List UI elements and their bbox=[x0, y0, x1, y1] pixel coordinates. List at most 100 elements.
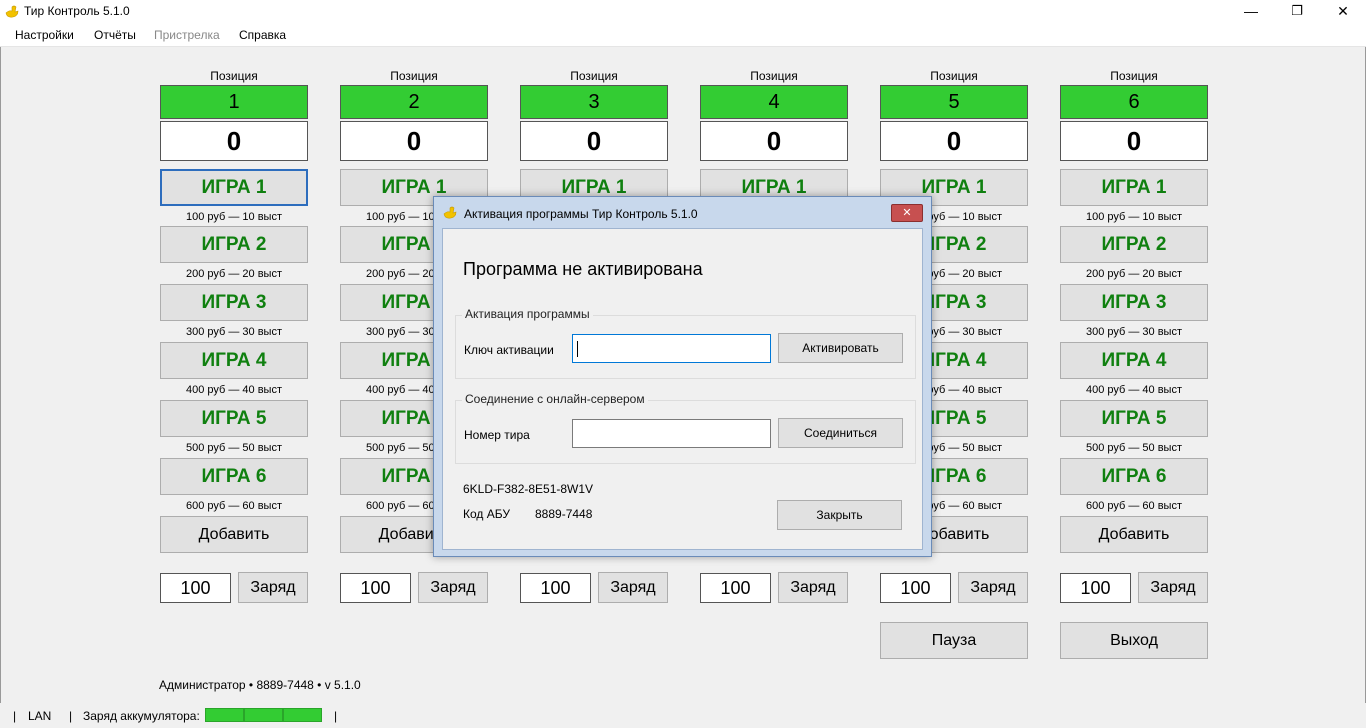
footer-info: Администратор • 8889-7448 • v 5.1.0 bbox=[159, 678, 361, 692]
position-number: 4 bbox=[700, 85, 848, 119]
menu-settings[interactable]: Настройки bbox=[15, 28, 74, 42]
status-bar: | LAN | Заряд аккумулятора: | bbox=[0, 703, 1366, 728]
exit-button[interactable]: Выход bbox=[1060, 622, 1208, 659]
activation-status-heading: Программа не активирована bbox=[463, 259, 703, 279]
score-display: 0 bbox=[700, 121, 848, 161]
menu-reports[interactable]: Отчёты bbox=[94, 28, 136, 42]
charge-amount-input[interactable]: 100 bbox=[1060, 573, 1131, 603]
restore-button[interactable]: ❐ bbox=[1274, 0, 1320, 22]
activation-group: Активация программы Ключ активации Актив… bbox=[455, 307, 916, 379]
game-price-label: 200 руб — 20 выст bbox=[185, 268, 283, 280]
menu-zeroing[interactable]: Пристрелка bbox=[154, 28, 220, 42]
game-button-1[interactable]: ИГРА 1 bbox=[160, 169, 308, 206]
connect-button[interactable]: Соединиться bbox=[778, 418, 903, 448]
charge-amount-input[interactable]: 100 bbox=[160, 573, 231, 603]
server-group: Соединение с онлайн-сервером Номер тира … bbox=[455, 392, 916, 464]
score-display: 0 bbox=[880, 121, 1028, 161]
minimize-button[interactable]: — bbox=[1228, 0, 1274, 22]
game-price-label: 300 руб — 30 выст bbox=[1085, 326, 1183, 338]
charge-amount-input[interactable]: 100 bbox=[880, 573, 951, 603]
position-number: 5 bbox=[880, 85, 1028, 119]
game-price-label: 300 руб — 30 выст bbox=[185, 326, 283, 338]
game-price-label: 400 руб — 40 выст bbox=[1085, 384, 1183, 396]
game-button-4[interactable]: ИГРА 4 bbox=[160, 342, 308, 379]
game-price-label: 100 руб — 10 выст bbox=[185, 211, 283, 223]
status-separator: | bbox=[69, 709, 73, 723]
text-caret bbox=[577, 341, 578, 357]
game-price-label: 200 руб — 20 выст bbox=[1085, 268, 1183, 280]
game-price-label: 400 руб — 40 выст bbox=[185, 384, 283, 396]
close-button[interactable]: ✕ bbox=[1320, 0, 1366, 22]
game-button-5[interactable]: ИГРА 5 bbox=[1060, 400, 1208, 437]
menu-help[interactable]: Справка bbox=[239, 28, 286, 42]
server-group-title: Соединение с онлайн-сервером bbox=[462, 392, 648, 406]
add-button[interactable]: Добавить bbox=[1060, 516, 1208, 553]
window-title: Тир Контроль 5.1.0 bbox=[24, 4, 130, 18]
charge-button[interactable]: Заряд bbox=[958, 572, 1028, 603]
score-display: 0 bbox=[160, 121, 308, 161]
position-label: Позиция bbox=[750, 69, 798, 83]
battery-segment bbox=[283, 708, 322, 722]
game-price-label: 500 руб — 50 выст bbox=[185, 442, 283, 454]
dialog-close-action-button[interactable]: Закрыть bbox=[777, 500, 902, 530]
position-label: Позиция bbox=[210, 69, 258, 83]
duck-icon bbox=[443, 206, 457, 219]
game-button-1[interactable]: ИГРА 1 bbox=[1060, 169, 1208, 206]
game-button-5[interactable]: ИГРА 5 bbox=[160, 400, 308, 437]
game-price-label: 600 руб — 60 выст bbox=[185, 500, 283, 512]
score-display: 0 bbox=[340, 121, 488, 161]
dialog-body: Программа не активирована Активация прог… bbox=[442, 228, 923, 550]
game-button-3[interactable]: ИГРА 3 bbox=[1060, 284, 1208, 321]
charge-amount-input[interactable]: 100 bbox=[700, 573, 771, 603]
charge-button[interactable]: Заряд bbox=[778, 572, 848, 603]
position-number: 2 bbox=[340, 85, 488, 119]
charge-button[interactable]: Заряд bbox=[598, 572, 668, 603]
charge-button[interactable]: Заряд bbox=[1138, 572, 1208, 603]
hardware-id: 6KLD-F382-8E51-8W1V bbox=[463, 482, 594, 496]
position-label: Позиция bbox=[390, 69, 438, 83]
abu-label: Код АБУ bbox=[463, 507, 510, 521]
charge-amount-input[interactable]: 100 bbox=[520, 573, 591, 603]
score-display: 0 bbox=[1060, 121, 1208, 161]
activation-key-input[interactable] bbox=[572, 334, 771, 363]
position-number: 6 bbox=[1060, 85, 1208, 119]
dialog-close-button[interactable]: ✕ bbox=[891, 204, 923, 222]
game-price-label: 500 руб — 50 выст bbox=[1085, 442, 1183, 454]
duck-icon bbox=[5, 5, 19, 18]
game-price-label: 100 руб — 10 выст bbox=[1085, 211, 1183, 223]
status-separator: | bbox=[334, 709, 338, 723]
game-price-label: 600 руб — 60 выст bbox=[1085, 500, 1183, 512]
game-button-3[interactable]: ИГРА 3 bbox=[160, 284, 308, 321]
activation-group-title: Активация программы bbox=[462, 307, 593, 321]
dialog-title: Активация программы Тир Контроль 5.1.0 bbox=[464, 207, 698, 221]
activation-key-label: Ключ активации bbox=[464, 343, 554, 357]
activation-dialog: Активация программы Тир Контроль 5.1.0 ✕… bbox=[433, 196, 932, 557]
add-button[interactable]: Добавить bbox=[160, 516, 308, 553]
charge-amount-input[interactable]: 100 bbox=[340, 573, 411, 603]
status-separator: | bbox=[13, 709, 17, 723]
position-number: 3 bbox=[520, 85, 668, 119]
activate-button[interactable]: Активировать bbox=[778, 333, 903, 363]
battery-segment bbox=[205, 708, 244, 722]
abu-value: 8889-7448 bbox=[535, 507, 593, 521]
position-label: Позиция bbox=[1110, 69, 1158, 83]
range-number-input[interactable] bbox=[572, 419, 771, 448]
range-number-label: Номер тира bbox=[464, 428, 530, 442]
battery-segment bbox=[244, 708, 283, 722]
score-display: 0 bbox=[520, 121, 668, 161]
charge-button[interactable]: Заряд bbox=[238, 572, 308, 603]
game-button-2[interactable]: ИГРА 2 bbox=[1060, 226, 1208, 263]
battery-label: Заряд аккумулятора: bbox=[83, 709, 200, 723]
position-label: Позиция bbox=[930, 69, 978, 83]
title-bar: Тир Контроль 5.1.0 — ❐ ✕ bbox=[0, 0, 1366, 22]
game-button-4[interactable]: ИГРА 4 bbox=[1060, 342, 1208, 379]
game-button-6[interactable]: ИГРА 6 bbox=[160, 458, 308, 495]
pause-button[interactable]: Пауза bbox=[880, 622, 1028, 659]
position-number: 1 bbox=[160, 85, 308, 119]
charge-button[interactable]: Заряд bbox=[418, 572, 488, 603]
menu-bar: Настройки Отчёты Пристрелка Справка bbox=[0, 22, 1366, 47]
game-button-2[interactable]: ИГРА 2 bbox=[160, 226, 308, 263]
position-label: Позиция bbox=[570, 69, 618, 83]
game-button-6[interactable]: ИГРА 6 bbox=[1060, 458, 1208, 495]
connection-status: LAN bbox=[28, 709, 52, 723]
